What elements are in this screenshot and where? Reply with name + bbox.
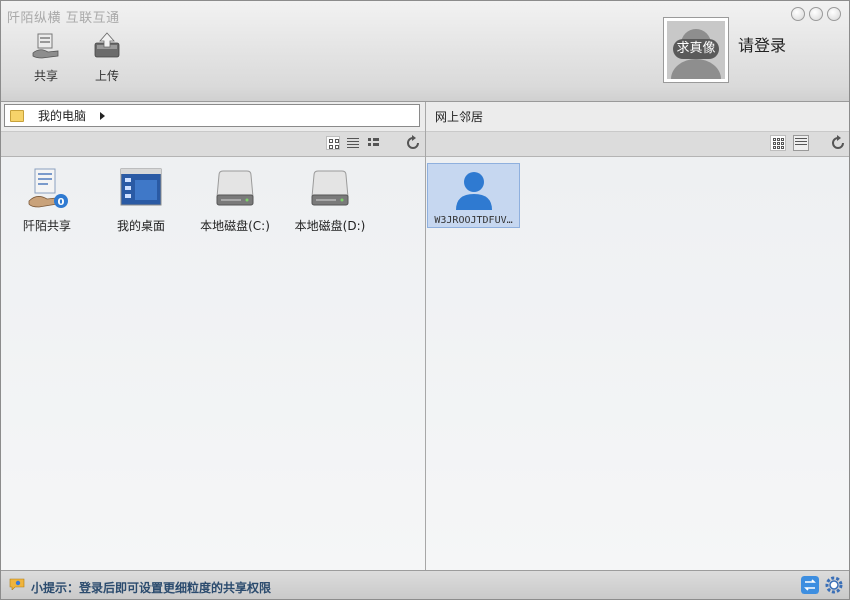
share-button[interactable]: 共享 [26,31,66,84]
upload-icon [94,32,120,58]
detail-view-button[interactable] [366,136,380,150]
transfer-icon[interactable] [801,576,819,594]
upload-button[interactable]: 上传 [87,31,127,84]
item-label: 本地磁盘(D:) [294,219,366,233]
avatar-tag: 求真像 [673,39,719,59]
list-item[interactable]: W3JROOJTDFUV… [427,163,520,228]
address-bar: 我的电脑 [1,102,425,132]
network-items-area: W3JROOJTDFUV… [426,157,849,570]
network-title: 网上邻居 [435,110,484,124]
detail-view-icon [368,138,379,146]
settings-gear-icon[interactable] [825,576,843,594]
path-breadcrumb[interactable]: 我的电脑 [4,104,420,127]
status-bar: 小提示：登录后即可设置更细粒度的共享权限 [1,570,849,599]
list-item[interactable]: 本地磁盘(D:) [285,167,375,234]
app-title: 阡陌纵横 互联互通 [7,11,120,26]
window-controls [791,7,841,21]
desktop-icon [120,168,162,206]
network-header: 网上邻居 [426,102,849,132]
share-count-badge: 0 [58,197,65,208]
item-label: W3JROOJTDFUV… [434,215,513,226]
share-folder-icon: 0 [28,168,68,208]
maximize-button[interactable] [809,7,823,21]
refresh-icon[interactable] [405,135,421,151]
large-icon-view-button[interactable] [770,135,786,151]
left-view-toolbar [1,132,425,157]
grid-view-icon [773,138,784,149]
hard-disk-icon [216,170,254,206]
grid-view-icon [329,139,339,149]
list-item[interactable]: 本地磁盘(C:) [190,167,280,234]
chevron-right-icon[interactable] [100,111,106,120]
upload-label: 上传 [94,69,119,83]
hard-disk-icon [311,170,349,206]
top-toolbar: 阡陌纵横 互联互通 共享 上传 求真像 请登录 [1,1,849,102]
close-button[interactable] [827,7,841,21]
network-panel: 网上邻居 W3JROOJTDFUV… [426,102,849,570]
app-window: 阡陌纵横 互联互通 共享 上传 求真像 请登录 我的电脑 0 阡陌共享 我的桌面… [0,0,850,600]
item-label: 本地磁盘(C:) [200,219,270,233]
refresh-icon[interactable] [830,135,846,151]
right-view-toolbar [426,132,849,157]
list-view-button[interactable] [346,136,360,150]
avatar-placeholder-icon: 求真像 [667,21,725,79]
item-label: 阡陌共享 [22,219,71,233]
tip-icon [9,578,25,590]
share-icon [32,33,59,59]
tile-view-button[interactable] [793,135,809,151]
list-item[interactable]: 我的桌面 [96,167,186,234]
local-items-area: 0 阡陌共享 我的桌面 本地磁盘(C:) 本地磁盘(D:) [1,157,425,570]
user-icon [456,172,492,210]
breadcrumb-item-my-computer[interactable]: 我的电脑 [38,107,86,124]
list-item[interactable]: 0 阡陌共享 [2,167,92,234]
folder-icon [10,109,24,122]
minimize-button[interactable] [791,7,805,21]
icon-view-button[interactable] [326,136,340,150]
item-label: 我的桌面 [116,219,165,233]
local-panel: 我的电脑 0 阡陌共享 我的桌面 本地磁盘(C:) 本地磁盘(D:) [1,102,426,570]
share-label: 共享 [33,69,58,83]
login-link[interactable]: 请登录 [738,32,786,56]
avatar[interactable]: 求真像 [663,17,729,83]
status-tip: 小提示：登录后即可设置更细粒度的共享权限 [31,581,272,595]
